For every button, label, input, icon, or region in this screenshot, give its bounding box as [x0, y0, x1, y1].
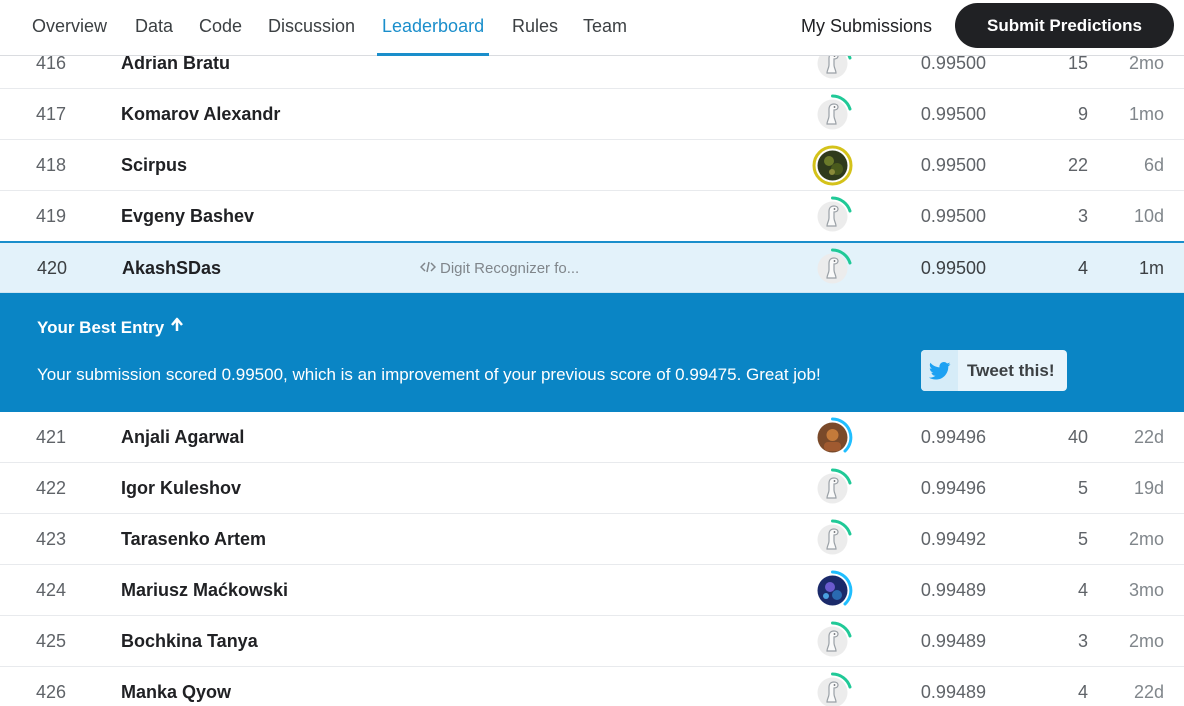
table-row[interactable]: 421 Anjali Agarwal 0.99496 40 22d [0, 412, 1184, 463]
rank: 418 [36, 155, 67, 175]
notebook-link[interactable]: Digit Recognizer fo... [419, 243, 580, 294]
last-submission: 22d [1133, 427, 1164, 447]
tweet-label: Tweet this! [967, 361, 1055, 380]
table-row[interactable]: 422 Igor Kuleshov 0.99496 5 19d [0, 463, 1184, 514]
last-submission: 2mo [1128, 631, 1164, 651]
entries-count: 4 [1077, 682, 1088, 702]
last-submission: 3mo [1128, 580, 1164, 600]
rank: 421 [36, 427, 67, 447]
last-submission: 22d [1133, 682, 1164, 702]
score: 0.99496 [920, 427, 986, 447]
rank: 419 [36, 206, 67, 226]
team-name[interactable]: Mariusz Maćkowski [121, 565, 288, 616]
rank: 425 [36, 631, 67, 651]
my-submissions-link[interactable]: My Submissions [801, 0, 932, 52]
tab-data[interactable]: Data [135, 0, 173, 55]
team-name[interactable]: Evgeny Bashev [121, 191, 254, 242]
table-row[interactable]: 426 Manka Qyow 0.99489 4 22d [0, 667, 1184, 706]
score: 0.99500 [920, 258, 986, 278]
code-icon [419, 243, 437, 294]
score: 0.99489 [920, 631, 986, 651]
score: 0.99496 [920, 478, 986, 498]
table-row[interactable]: 419 Evgeny Bashev 0.99500 3 10d [0, 191, 1184, 242]
table-row[interactable]: 418 Scirpus 0.99500 22 6d [0, 140, 1184, 191]
table-row[interactable]: 417 Komarov Alexandr 0.99500 9 1mo [0, 89, 1184, 140]
team-name[interactable]: Komarov Alexandr [121, 89, 280, 140]
entries-count: 3 [1077, 631, 1088, 651]
avatar[interactable] [812, 94, 853, 135]
avatar[interactable] [812, 621, 853, 662]
last-submission: 2mo [1128, 529, 1164, 549]
avatar[interactable] [812, 468, 853, 509]
avatar[interactable] [812, 519, 853, 560]
rank: 423 [36, 529, 67, 549]
avatar[interactable] [812, 196, 853, 237]
top-nav: Overview Data Code Discussion Leaderboard Rul… [0, 0, 1184, 56]
team-name[interactable]: Igor Kuleshov [121, 463, 241, 514]
tab-team[interactable]: Team [583, 0, 627, 55]
score: 0.99500 [920, 155, 986, 175]
rank: 422 [36, 478, 67, 498]
score: 0.99492 [920, 529, 986, 549]
last-submission: 19d [1133, 478, 1164, 498]
entries-count: 3 [1077, 206, 1088, 226]
score: 0.99489 [920, 682, 986, 702]
entries-count: 5 [1077, 478, 1088, 498]
entries-count: 4 [1077, 258, 1088, 278]
entries-count: 9 [1077, 104, 1088, 124]
team-name[interactable]: Scirpus [121, 140, 187, 191]
entries-count: 40 [1067, 427, 1088, 447]
table-row[interactable]: 425 Bochkina Tanya 0.99489 3 2mo [0, 616, 1184, 667]
notebook-label: Digit Recognizer fo... [440, 260, 580, 277]
tab-overview[interactable]: Overview [32, 0, 107, 55]
rank: 424 [36, 580, 67, 600]
submit-predictions-button[interactable]: Submit Predictions [955, 3, 1174, 48]
avatar[interactable] [812, 248, 853, 289]
avatar[interactable] [812, 145, 853, 186]
last-submission: 1mo [1128, 104, 1164, 124]
best-entry-title: Your Best Entry [37, 317, 185, 338]
avatar[interactable] [812, 417, 853, 458]
team-name[interactable]: AkashSDas [122, 243, 221, 294]
best-entry-message: Your submission scored 0.99500, which is… [37, 365, 821, 384]
entries-count: 5 [1077, 529, 1088, 549]
team-name[interactable]: Manka Qyow [121, 667, 231, 706]
score: 0.99500 [920, 206, 986, 226]
tweet-button[interactable]: Tweet this! [921, 350, 1067, 391]
best-entry-banner: Your Best Entry Your submission scored 0… [0, 293, 1184, 412]
last-submission: 6d [1143, 155, 1164, 175]
score: 0.99500 [920, 104, 986, 124]
rank: 420 [37, 258, 68, 278]
entries-count: 22 [1067, 155, 1088, 175]
my-table-row[interactable]: 420 AkashSDas Digit Recognizer fo... 0.9… [0, 241, 1184, 293]
twitter-icon [921, 350, 958, 391]
last-submission: 1m [1138, 258, 1164, 278]
tab-leaderboard[interactable]: Leaderboard [376, 0, 490, 56]
last-submission: 10d [1133, 206, 1164, 226]
team-name[interactable]: Anjali Agarwal [121, 412, 244, 463]
team-name[interactable]: Tarasenko Artem [121, 514, 266, 565]
avatar[interactable] [812, 570, 853, 611]
table-row[interactable]: 424 Mariusz Maćkowski 0.99489 4 3mo [0, 565, 1184, 616]
tab-discussion[interactable]: Discussion [268, 0, 355, 55]
team-name[interactable]: Bochkina Tanya [121, 616, 258, 667]
rank: 417 [36, 104, 67, 124]
entries-count: 4 [1077, 580, 1088, 600]
avatar[interactable] [812, 672, 853, 706]
table-row[interactable]: 423 Tarasenko Artem 0.99492 5 2mo [0, 514, 1184, 565]
tab-code[interactable]: Code [199, 0, 242, 55]
score: 0.99489 [920, 580, 986, 600]
rank: 426 [36, 682, 67, 702]
arrow-up-icon [169, 317, 185, 338]
tab-rules[interactable]: Rules [512, 0, 558, 55]
